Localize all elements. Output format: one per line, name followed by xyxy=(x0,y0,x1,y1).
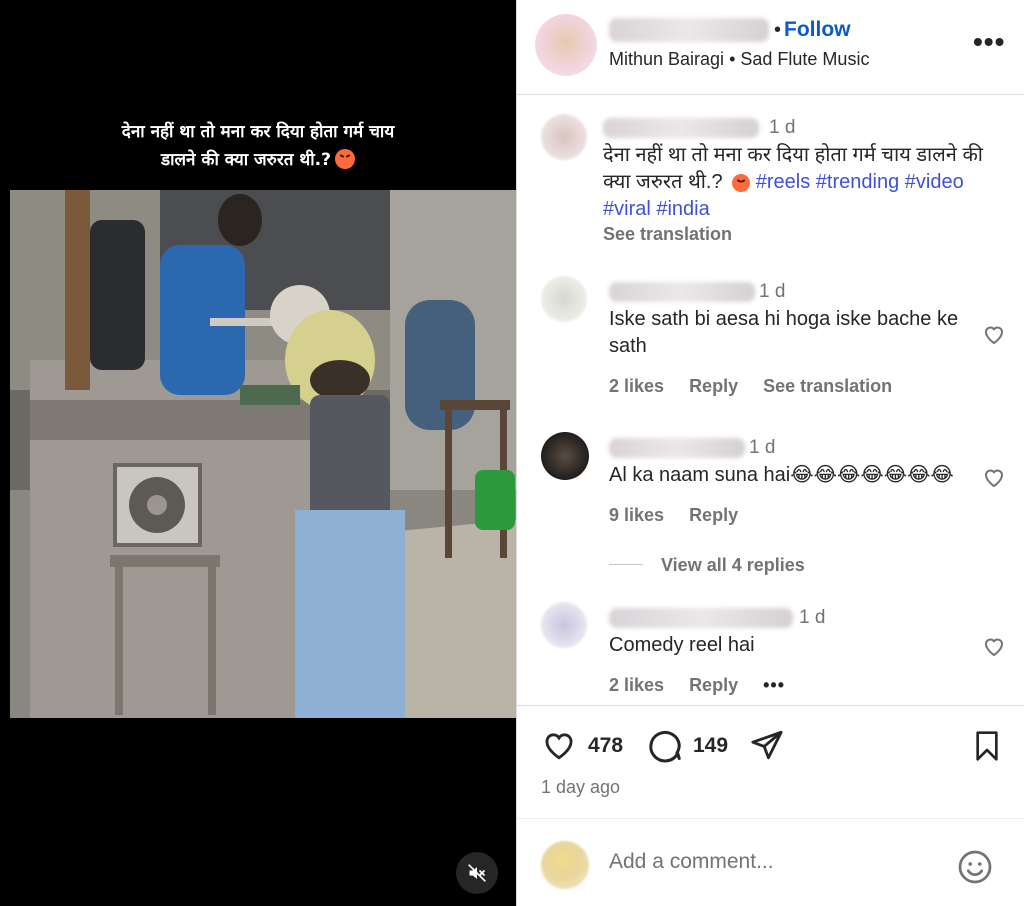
comment-timestamp: 1 d xyxy=(749,437,776,458)
replies-divider-line xyxy=(609,564,643,565)
comment-bubble-icon[interactable] xyxy=(647,727,683,763)
comment-avatar[interactable] xyxy=(541,602,587,648)
caption-see-translation[interactable]: See translation xyxy=(603,224,732,245)
reel-video[interactable]: देना नहीं था तो मना कर दिया होता गर्म चा… xyxy=(0,0,516,906)
author-username-blurred[interactable] xyxy=(609,18,769,42)
hashtag-trending[interactable]: #trending xyxy=(816,171,899,193)
like-heart-icon[interactable] xyxy=(541,728,577,762)
comment-likes[interactable]: 9 likes xyxy=(609,505,664,525)
comment-text: Iske sath bi aesa hi hoga iske bache ke … xyxy=(609,308,959,357)
comment-avatar[interactable] xyxy=(541,276,587,322)
comment-like-heart-icon[interactable] xyxy=(981,322,1007,346)
share-paper-plane-icon[interactable] xyxy=(749,728,785,762)
post-header: • Follow Mithun Bairagi • Sad Flute Musi… xyxy=(517,0,1024,95)
comment-count[interactable]: 149 xyxy=(693,734,728,758)
comment-meta: 2 likes Reply ••• xyxy=(609,675,805,696)
comment-likes[interactable]: 2 likes xyxy=(609,675,664,695)
hashtag-india[interactable]: #india xyxy=(656,198,709,220)
header-separator-dot: • xyxy=(774,19,782,41)
audio-artist: Mithun Bairagi xyxy=(609,49,725,69)
speaker-muted-icon xyxy=(468,864,486,882)
comment-more-button[interactable]: ••• xyxy=(763,675,785,695)
comment-username-blurred[interactable] xyxy=(609,608,793,628)
caption-username-blurred[interactable] xyxy=(603,118,759,138)
audio-separator-dot: • xyxy=(729,49,741,69)
comment-see-translation[interactable]: See translation xyxy=(763,376,892,396)
comment-avatar[interactable] xyxy=(541,432,589,480)
comment-text: Comedy reel hai xyxy=(609,634,755,656)
comment-like-heart-icon[interactable] xyxy=(981,465,1007,489)
mute-button[interactable] xyxy=(456,852,498,894)
video-caption-overlay: देना नहीं था तो मना कर दिया होता गर्म चा… xyxy=(0,118,516,174)
video-frame xyxy=(10,190,516,718)
save-bookmark-icon[interactable] xyxy=(971,728,1003,764)
angry-face-emoji xyxy=(334,149,355,169)
caption-timestamp: 1 d xyxy=(769,117,796,138)
post-actions-bar xyxy=(517,705,1024,706)
caption-author-avatar[interactable] xyxy=(541,114,587,160)
comment-username-blurred[interactable] xyxy=(609,438,745,458)
view-replies-button[interactable]: View all 4 replies xyxy=(661,555,805,576)
audio-attribution[interactable]: Mithun Bairagi • Sad Flute Music xyxy=(609,49,869,70)
comment-timestamp: 1 d xyxy=(799,607,826,628)
comment-reply-button[interactable]: Reply xyxy=(689,376,738,396)
hashtag-viral[interactable]: #viral xyxy=(603,198,651,220)
hashtag-video[interactable]: #video xyxy=(905,171,964,193)
hashtag-reels[interactable]: #reels xyxy=(756,171,810,193)
comment-meta: 9 likes Reply xyxy=(609,505,758,526)
comment-meta: 2 likes Reply See translation xyxy=(609,376,912,397)
comment-reply-button[interactable]: Reply xyxy=(689,505,738,525)
comment-composer xyxy=(517,818,1024,906)
emoji-smiley-icon[interactable] xyxy=(957,849,993,885)
angry-face-emoji xyxy=(732,174,751,192)
audio-track: Sad Flute Music xyxy=(740,49,870,69)
video-caption-line-2: डालने की क्या जरुरत थी.? xyxy=(161,150,331,170)
comment-text: Al ka naam suna hai😂😂😂😂😂😂😂 xyxy=(609,464,954,486)
comment-reply-button[interactable]: Reply xyxy=(689,675,738,695)
add-comment-input[interactable] xyxy=(609,846,939,878)
comment-username-blurred[interactable] xyxy=(609,282,755,302)
comment-timestamp: 1 d xyxy=(759,281,786,302)
post-caption: देना नहीं था तो मना कर दिया होता गर्म चा… xyxy=(603,142,1013,223)
posted-time-ago: 1 day ago xyxy=(541,777,621,797)
comment-likes[interactable]: 2 likes xyxy=(609,376,664,396)
current-user-avatar[interactable] xyxy=(541,841,589,889)
video-caption-line-1: देना नहीं था तो मना कर दिया होता गर्म चा… xyxy=(121,122,395,142)
like-count[interactable]: 478 xyxy=(588,734,623,758)
author-avatar[interactable] xyxy=(535,14,597,76)
post-side-panel: • Follow Mithun Bairagi • Sad Flute Musi… xyxy=(517,0,1024,906)
follow-button[interactable]: Follow xyxy=(784,18,851,42)
comment-like-heart-icon[interactable] xyxy=(981,634,1007,658)
more-options-button[interactable]: ••• xyxy=(973,28,1005,56)
